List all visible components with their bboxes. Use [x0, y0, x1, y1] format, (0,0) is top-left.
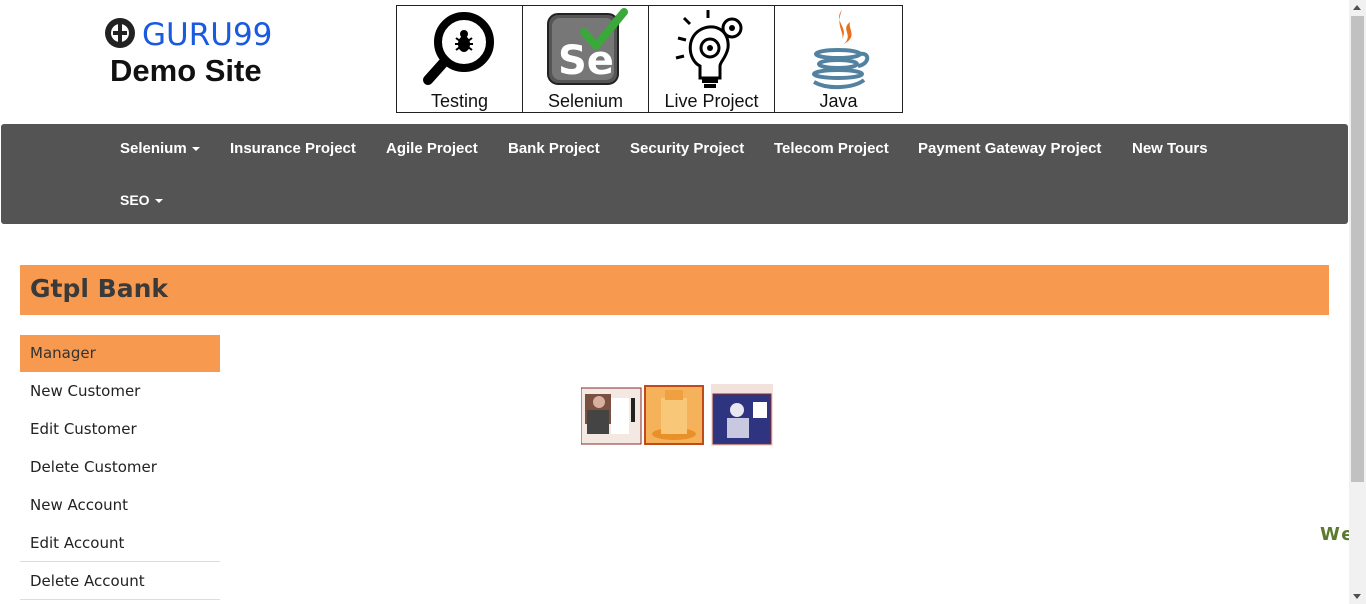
manager-menu: Manager New Customer Edit Customer Delet…	[20, 335, 220, 600]
nav-seo-dropdown[interactable]: SEO	[120, 191, 163, 209]
scroll-up-icon[interactable]	[1353, 5, 1361, 10]
main-navbar: Selenium Insurance Project Agile Project…	[1, 124, 1348, 224]
menu-item-edit-customer[interactable]: Edit Customer	[20, 410, 220, 448]
category-label: Testing	[430, 91, 489, 111]
nav-telecom-project[interactable]: Telecom Project	[774, 140, 889, 158]
category-label: Live Project	[664, 91, 759, 111]
nav-payment-gateway-project[interactable]: Payment Gateway Project	[918, 140, 1101, 158]
site-logo[interactable]: GURU99 Demo Site	[104, 17, 274, 88]
selenium-se-icon: Se	[546, 8, 628, 85]
menu-item-new-customer[interactable]: New Customer	[20, 372, 220, 410]
category-java[interactable]: Java	[775, 6, 902, 112]
magnifier-bug-icon	[422, 12, 494, 85]
category-links: Testing Se Selenium Live Project Java	[396, 5, 903, 113]
page-title: Gtpl Bank	[30, 274, 168, 303]
chevron-down-icon	[154, 199, 163, 204]
scrollbar-thumb[interactable]	[1351, 16, 1364, 482]
chevron-down-icon	[191, 147, 200, 152]
bank-header: Gtpl Bank	[20, 265, 1329, 315]
nav-security-project[interactable]: Security Project	[630, 140, 744, 158]
category-live-project[interactable]: Live Project	[649, 6, 775, 112]
lightbulb-gears-icon	[675, 10, 742, 88]
nav-selenium-dropdown[interactable]: Selenium	[120, 140, 200, 158]
nav-label: Selenium	[120, 140, 187, 157]
guru99-logo-icon	[104, 17, 136, 54]
nav-insurance-project[interactable]: Insurance Project	[230, 140, 356, 158]
scroll-down-icon[interactable]	[1353, 594, 1361, 599]
logo-subtitle: Demo Site	[110, 53, 262, 88]
nav-agile-project[interactable]: Agile Project	[386, 140, 478, 158]
menu-item-manager[interactable]: Manager	[20, 335, 220, 372]
menu-item-delete-account[interactable]: Delete Account	[20, 562, 220, 600]
java-cup-icon	[811, 10, 869, 89]
nav-bank-project[interactable]: Bank Project	[508, 140, 600, 158]
menu-item-new-account[interactable]: New Account	[20, 486, 220, 524]
category-label: Selenium	[547, 91, 624, 111]
category-label: Java	[819, 91, 858, 111]
category-testing[interactable]: Testing	[397, 6, 523, 112]
nav-new-tours[interactable]: New Tours	[1132, 140, 1208, 158]
logo-brand-text: GURU99	[142, 17, 273, 53]
menu-item-edit-account[interactable]: Edit Account	[20, 524, 220, 562]
page-scrollbar[interactable]	[1349, 0, 1366, 604]
menu-item-delete-customer[interactable]: Delete Customer	[20, 448, 220, 486]
svg-text:Se: Se	[558, 38, 614, 84]
category-selenium[interactable]: Se Selenium	[523, 6, 649, 112]
nav-label: SEO	[120, 192, 150, 208]
bank-banner-image	[581, 384, 773, 446]
